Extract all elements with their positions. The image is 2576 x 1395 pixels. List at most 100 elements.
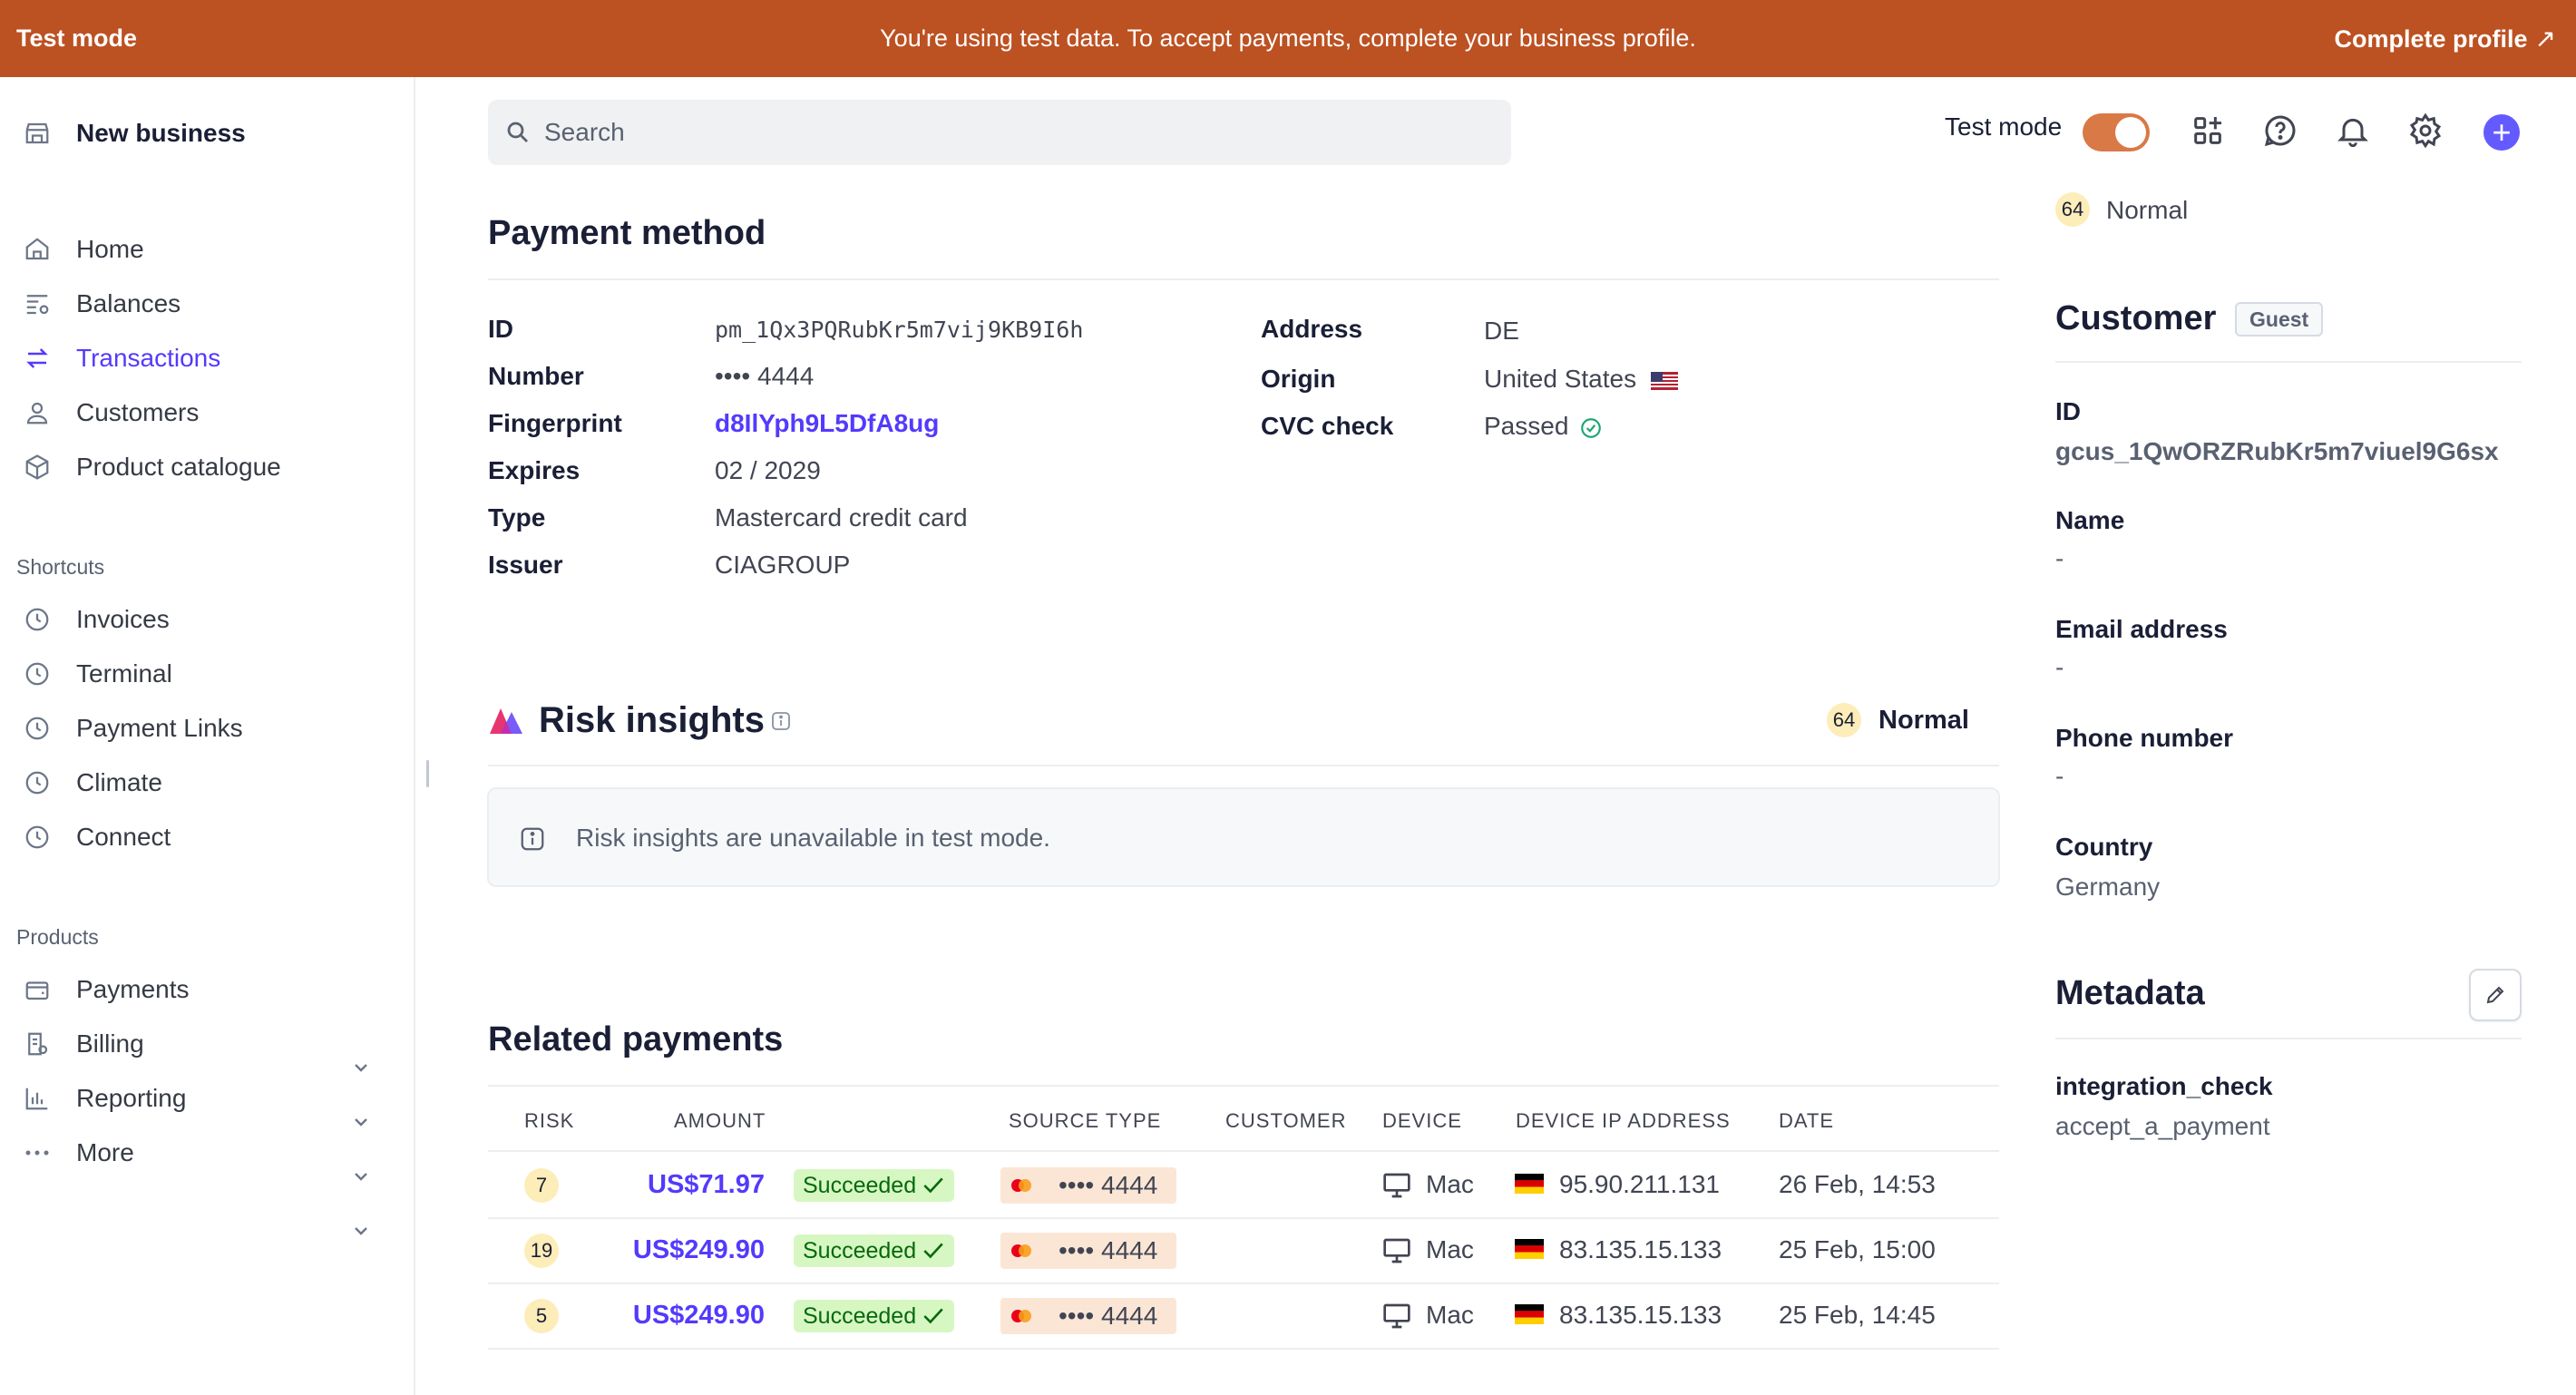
gear-icon[interactable] (2407, 112, 2444, 149)
shortcut-invoices[interactable]: Invoices (20, 597, 170, 642)
payment-date: 25 Feb, 15:00 (1779, 1235, 1936, 1263)
sidebar-item-more[interactable]: More (20, 1130, 134, 1176)
device-ip: 83.135.15.133 (1559, 1301, 1722, 1329)
transactions-icon (20, 341, 54, 376)
pm-issuer-value: CIAGROUP (715, 551, 851, 579)
customer-name-label: Name (2055, 506, 2125, 534)
status-badge: Succeeded (794, 1169, 955, 1202)
wallet-icon (20, 972, 54, 1007)
clock-icon (20, 711, 54, 746)
search-placeholder: Search (544, 118, 625, 146)
sidebar-item-label: Climate (76, 768, 162, 796)
plus-icon: + (2492, 113, 2512, 151)
amount-link[interactable]: US$249.90 (633, 1301, 765, 1331)
risk-score-badge: 5 (524, 1299, 559, 1333)
toggle-knob (2115, 117, 2146, 148)
divider (2055, 1038, 2522, 1039)
chevron-down-icon[interactable] (350, 1057, 372, 1078)
customer-email-value: - (2055, 653, 2064, 681)
shortcut-connect[interactable]: Connect (20, 815, 171, 860)
help-icon[interactable] (2262, 112, 2298, 149)
customer-name-value: - (2055, 544, 2064, 572)
col-risk[interactable]: RISK (524, 1109, 574, 1133)
pm-expires-value: 02 / 2029 (715, 456, 821, 484)
shortcut-climate[interactable]: Climate (20, 760, 162, 805)
status-badge: Succeeded (794, 1234, 955, 1267)
sidebar-item-label: Transactions (76, 344, 221, 372)
device-name: Mac (1426, 1235, 1474, 1263)
card-source: •••• 4444 (1000, 1298, 1176, 1334)
metadata-value: accept_a_payment (2055, 1112, 2270, 1140)
search-icon (507, 122, 528, 142)
customer-id-link[interactable]: gcus_1QwORZRubKr5m7viuel9G6sx (2055, 437, 2499, 466)
sidebar-item-label: Terminal (76, 659, 172, 688)
col-amount[interactable]: AMOUNT (674, 1109, 766, 1133)
chevron-down-icon[interactable] (350, 1111, 372, 1133)
sidebar: New business Home Balances Transactions … (0, 77, 415, 1395)
banner-message: You're using test data. To accept paymen… (880, 24, 1696, 52)
sidebar-item-transactions[interactable]: Transactions (20, 336, 220, 381)
business-name: New business (76, 119, 246, 147)
radar-logo-icon (490, 708, 522, 734)
info-icon[interactable] (770, 710, 792, 732)
payment-date: 26 Feb, 14:53 (1779, 1170, 1936, 1198)
sidebar-item-reporting[interactable]: Reporting (20, 1076, 186, 1121)
col-date[interactable]: DATE (1779, 1109, 1834, 1133)
pm-issuer-label: Issuer (488, 551, 563, 579)
shortcut-payment-links[interactable]: Payment Links (20, 706, 243, 751)
box-icon (20, 450, 54, 484)
pm-fingerprint-link[interactable]: d8IlYph9L5DfA8ug (715, 409, 939, 438)
divider (488, 1085, 1999, 1087)
apps-icon[interactable] (2190, 112, 2226, 149)
risk-insights-title: Risk insights (539, 700, 765, 740)
sidebar-item-customers[interactable]: Customers (20, 390, 199, 435)
risk-score-badge: 64 (1827, 703, 1861, 737)
col-device[interactable]: DEVICE (1382, 1109, 1462, 1133)
amount-link[interactable]: US$71.97 (648, 1170, 765, 1200)
col-source-type[interactable]: SOURCE TYPE (1009, 1109, 1161, 1133)
pencil-icon (2486, 986, 2504, 1004)
chevron-down-icon[interactable] (350, 1166, 372, 1187)
complete-profile-link[interactable]: Complete profile ↗ (2335, 0, 2557, 77)
pm-fingerprint-label: Fingerprint (488, 409, 622, 437)
pm-id-value[interactable]: pm_1Qx3PQRubKr5m7vij9KB9I6h (715, 317, 1083, 343)
create-plus-button[interactable]: + (2483, 114, 2520, 151)
pm-number-value: •••• 4444 (715, 362, 815, 390)
chart-icon (20, 1081, 54, 1116)
device-name: Mac (1426, 1170, 1474, 1198)
amount-link[interactable]: US$249.90 (633, 1235, 765, 1265)
edit-metadata-button[interactable] (2469, 969, 2522, 1021)
check-icon (923, 1243, 943, 1259)
status-label: Succeeded (803, 1172, 917, 1198)
chevron-down-icon[interactable] (350, 1220, 372, 1242)
us-flag-icon (1651, 371, 1679, 390)
business-switcher[interactable]: New business (20, 111, 246, 156)
search-input[interactable]: Search (488, 100, 1511, 165)
col-device-ip[interactable]: DEVICE IP ADDRESS (1516, 1109, 1731, 1133)
card-number: •••• 4444 (1059, 1171, 1158, 1199)
sidebar-item-home[interactable]: Home (20, 227, 144, 272)
shortcut-terminal[interactable]: Terminal (20, 651, 172, 697)
risk-level: Normal (2106, 196, 2189, 224)
divider (2055, 361, 2522, 363)
test-mode-toggle[interactable] (2083, 113, 2150, 151)
bell-icon[interactable] (2335, 112, 2371, 149)
device-name: Mac (1426, 1301, 1474, 1329)
sidebar-item-balances[interactable]: Balances (20, 281, 181, 327)
monitor-icon (1383, 1238, 1410, 1263)
sidebar-resize-handle[interactable] (426, 760, 429, 787)
sidebar-item-product-catalogue[interactable]: Product catalogue (20, 444, 281, 490)
sidebar-item-billing[interactable]: Billing (20, 1021, 144, 1067)
divider (488, 1217, 1999, 1219)
col-customer[interactable]: CUSTOMER (1225, 1109, 1347, 1133)
customer-country-label: Country (2055, 833, 2153, 861)
notice-text: Risk insights are unavailable in test mo… (576, 824, 1050, 852)
sidebar-item-label: Product catalogue (76, 453, 281, 481)
sidebar-item-label: Connect (76, 823, 171, 851)
mastercard-icon (1011, 1310, 1031, 1322)
customer-phone-value: - (2055, 762, 2064, 790)
guest-badge: Guest (2235, 302, 2324, 337)
risk-unavailable-notice: Risk insights are unavailable in test mo… (487, 787, 2000, 887)
arrow-up-right-icon: ↗ (2534, 24, 2556, 53)
sidebar-item-payments[interactable]: Payments (20, 967, 190, 1012)
